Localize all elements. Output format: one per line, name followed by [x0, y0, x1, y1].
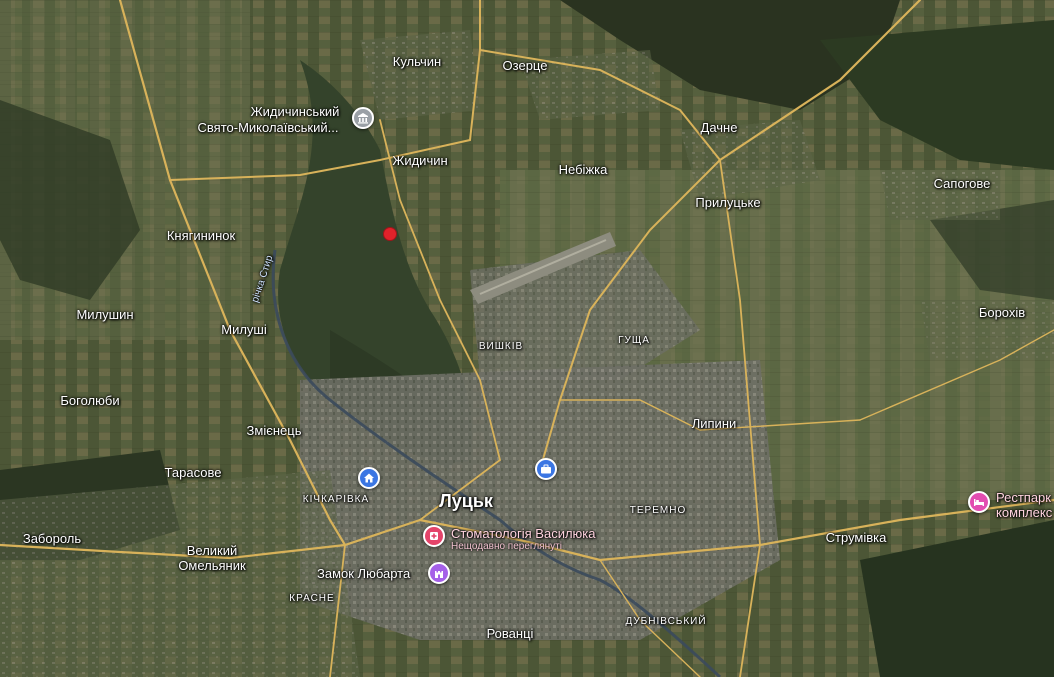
- monastery-icon: [358, 113, 368, 124]
- satellite-terrain: [0, 0, 1054, 677]
- label-bohoboliubi[interactable]: Боголюби: [60, 393, 119, 408]
- monastery-pin[interactable]: [352, 107, 374, 129]
- tooth-icon: [430, 532, 438, 540]
- label-velykyi[interactable]: Великий: [187, 543, 238, 558]
- label-lypyny[interactable]: Липини: [692, 416, 737, 431]
- label-krasne[interactable]: КРАСНЕ: [289, 593, 334, 605]
- label-dubnivskyi[interactable]: ДУБНІВСЬКИЙ: [625, 616, 706, 628]
- label-zhydychynskyi[interactable]: Жидичинський: [251, 104, 340, 119]
- dental-clinic-recently-viewed: Нещодавно переглянуті: [451, 541, 562, 552]
- label-prylutske[interactable]: Прилуцьке: [695, 195, 760, 210]
- home-icon: [364, 473, 374, 483]
- label-sviato-mykolaivskyi[interactable]: Свято-Миколаївський...: [198, 120, 339, 135]
- resort-pin[interactable]: [968, 491, 990, 513]
- dental-clinic-label[interactable]: Стоматологія Василюка: [451, 526, 596, 541]
- home-pin[interactable]: [358, 467, 380, 489]
- label-hushcha[interactable]: ГУЩА: [618, 335, 650, 347]
- bed-icon: [974, 499, 984, 506]
- label-omeliannyk[interactable]: Омельяник: [178, 558, 245, 573]
- label-knyahyninok[interactable]: Княгининок: [167, 228, 235, 243]
- briefcase-icon: [541, 464, 551, 474]
- label-vyshkiv[interactable]: ВИШКІВ: [479, 341, 523, 353]
- satellite-map[interactable]: Кульчин Озерце Жидичинський Свято-Микола…: [0, 0, 1054, 677]
- label-nebizhka[interactable]: Небіжка: [559, 162, 608, 177]
- label-milushyn[interactable]: Милушин: [76, 307, 133, 322]
- label-zmiinets[interactable]: Змієнець: [247, 423, 302, 438]
- label-tarasove[interactable]: Тарасове: [165, 465, 222, 480]
- label-dachne[interactable]: Дачне: [701, 120, 738, 135]
- label-teremno[interactable]: ТЕРЕМНО: [630, 505, 686, 517]
- label-ozertse[interactable]: Озерце: [503, 58, 548, 73]
- dental-pin[interactable]: [423, 525, 445, 547]
- resort-label-line1[interactable]: Рестпарк: [996, 490, 1051, 505]
- label-rovantsi[interactable]: Рованці: [487, 626, 534, 641]
- work-pin[interactable]: [535, 458, 557, 480]
- label-kulchyn[interactable]: Кульчин: [393, 54, 442, 69]
- resort-label-line2[interactable]: комплекс: [996, 505, 1052, 520]
- label-milushi[interactable]: Милуші: [221, 322, 267, 337]
- red-dot-marker[interactable]: [383, 227, 397, 241]
- label-sapohove[interactable]: Сапогове: [934, 176, 991, 191]
- castle-pin[interactable]: [428, 562, 450, 584]
- castle-icon: [435, 571, 443, 578]
- label-borokhiv[interactable]: Борохів: [979, 305, 1025, 320]
- label-lutsk[interactable]: Луцьк: [439, 491, 493, 511]
- castle-label[interactable]: Замок Любарта: [317, 566, 410, 581]
- label-zaborol[interactable]: Забороль: [23, 531, 81, 546]
- label-zhydychyn[interactable]: Жидичин: [392, 153, 447, 168]
- label-strumivka[interactable]: Струмівка: [826, 530, 887, 545]
- label-kichkarivka[interactable]: КІЧКАРІВКА: [303, 494, 369, 506]
